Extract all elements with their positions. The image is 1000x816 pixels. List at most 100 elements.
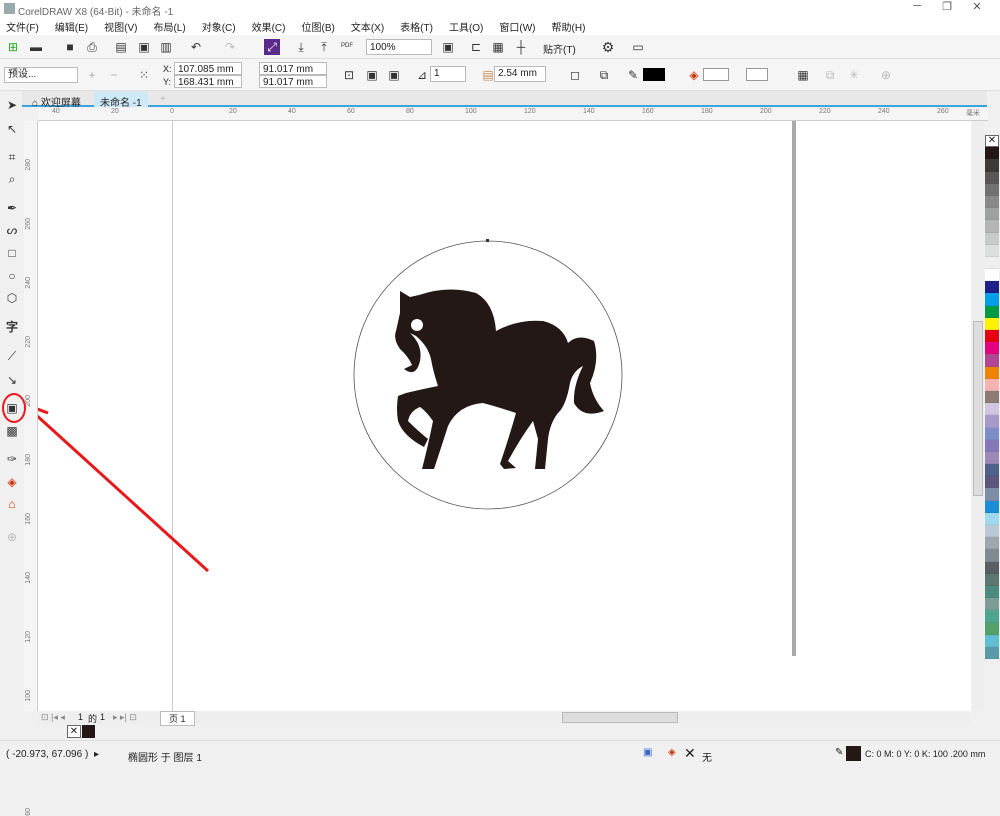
smart-fill-icon[interactable]: ⌂ (4, 496, 20, 512)
copy-contour-icon[interactable]: ⧉ (822, 67, 838, 83)
x-position-input[interactable]: 107.085 mm (174, 62, 242, 75)
color-swatch[interactable] (985, 147, 999, 160)
freehand-tool-icon[interactable]: ✒ (4, 200, 20, 216)
snap-to-dropdown[interactable]: 贴齐(T) (543, 41, 576, 56)
reference-point-icon[interactable]: ⁙ (136, 67, 152, 83)
color-blend-icon[interactable]: ⧉ (596, 67, 612, 83)
open-icon[interactable]: ▬ (28, 39, 44, 55)
menu-layout[interactable]: 布局(L) (147, 17, 191, 35)
color-swatch[interactable] (985, 585, 999, 599)
horizontal-scroll-thumb[interactable] (562, 712, 678, 723)
contour-center-icon[interactable]: ⊡ (341, 67, 357, 83)
add-icon[interactable]: ⊕ (878, 67, 894, 83)
menu-effects[interactable]: 效果(C) (246, 17, 292, 35)
shape-tool-icon[interactable]: ↖ (4, 121, 20, 137)
tab-welcome-screen[interactable]: ⌂ 欢迎屏幕 (26, 92, 87, 109)
menu-object[interactable]: 对象(C) (196, 17, 242, 35)
minimize-button[interactable]: ─ (906, 0, 928, 17)
horse-shape[interactable] (395, 289, 604, 469)
color-swatch[interactable] (985, 220, 999, 233)
color-swatch[interactable] (985, 171, 999, 184)
color-swatch[interactable] (985, 427, 999, 440)
publish-pdf-icon[interactable]: PDF (339, 38, 355, 54)
expand-arrow-icon[interactable]: ▸ (94, 749, 99, 760)
black-swatch[interactable] (82, 725, 95, 738)
height-input[interactable]: 91.017 mm (259, 75, 327, 88)
new-tab-button[interactable]: + (154, 92, 172, 107)
page-tab[interactable]: 页 1 (160, 711, 195, 726)
menu-window[interactable]: 窗口(W) (493, 17, 541, 35)
export-icon[interactable]: ⤒ (316, 39, 332, 55)
object-acceleration-icon[interactable]: ▦ (795, 67, 811, 83)
contour-steps-input[interactable]: 1 (430, 66, 466, 82)
color-swatch[interactable] (985, 330, 999, 343)
undo-icon[interactable]: ↶ (188, 39, 204, 55)
color-swatch[interactable] (985, 256, 999, 270)
color-swatch[interactable] (985, 244, 999, 257)
vertical-scroll-thumb[interactable] (973, 321, 983, 496)
close-button[interactable]: ✕ (966, 0, 988, 17)
color-swatch[interactable] (985, 646, 999, 660)
application-launcher-icon[interactable]: ▭ (630, 39, 646, 55)
text-tool-icon[interactable]: 字 (4, 319, 20, 335)
fill-color-swatch[interactable] (703, 68, 729, 81)
color-swatch[interactable] (985, 342, 999, 355)
color-swatch[interactable] (985, 500, 999, 513)
rectangle-tool-icon[interactable]: □ (4, 245, 20, 261)
zoom-level-select[interactable]: 100% (366, 39, 432, 55)
no-color-swatch[interactable]: ✕ (985, 135, 999, 148)
add-preset-icon[interactable]: + (84, 67, 100, 83)
outline-pen-icon[interactable]: ✎ (625, 67, 641, 83)
horizontal-ruler[interactable]: 40 20 0 20 40 60 80 100 120 140 160 180 200 220 240 260… (38, 108, 988, 121)
contour-outside-icon[interactable]: ▣ (386, 67, 402, 83)
polygon-tool-icon[interactable]: ⬡ (4, 290, 20, 306)
crop-tool-icon[interactable]: ⌗ (4, 149, 20, 165)
fill-color-icon[interactable]: ◈ (686, 67, 702, 83)
menu-table[interactable]: 表格(T) (394, 17, 439, 35)
color-swatch[interactable] (985, 598, 999, 611)
color-swatch[interactable] (985, 403, 999, 416)
contour-offset-input[interactable]: 2.54 mm (494, 66, 546, 82)
color-swatch[interactable] (985, 537, 999, 550)
next-page-button[interactable]: ▸ ▸| ⊡ (113, 712, 137, 723)
color-swatch[interactable] (985, 354, 999, 367)
import-icon[interactable]: ⤓ (293, 39, 309, 55)
copy-icon[interactable]: ▣ (136, 39, 152, 55)
width-input[interactable]: 91.017 mm (259, 62, 327, 75)
outline-color-swatch[interactable] (643, 68, 665, 81)
menu-edit[interactable]: 编辑(E) (49, 17, 94, 35)
restore-button[interactable]: ❐ (936, 0, 958, 17)
search-content-icon[interactable]: ⤢ (264, 39, 280, 55)
color-swatch[interactable] (985, 195, 999, 209)
color-swatch[interactable] (985, 488, 999, 501)
color-swatch[interactable] (985, 390, 999, 404)
color-swatch[interactable] (985, 610, 999, 623)
contour-inside-icon[interactable]: ▣ (364, 67, 380, 83)
menu-file[interactable]: 文件(F) (0, 17, 45, 35)
menu-text[interactable]: 文本(X) (345, 17, 390, 35)
color-swatch[interactable] (985, 317, 999, 330)
color-swatch[interactable] (985, 439, 999, 452)
add-tool-icon[interactable]: ⊕ (4, 529, 20, 545)
ellipse-tool-icon[interactable]: ○ (4, 268, 20, 284)
color-swatch[interactable] (985, 305, 999, 318)
color-swatch[interactable] (985, 183, 999, 196)
color-swatch[interactable] (985, 573, 999, 586)
remove-preset-icon[interactable]: − (106, 67, 122, 83)
vertical-ruler[interactable]: 2802602402202001801601401201008060 (24, 121, 38, 816)
dimension-tool-icon[interactable]: ⟋ (4, 348, 20, 364)
color-swatch[interactable] (985, 366, 999, 379)
menu-bitmaps[interactable]: 位图(B) (295, 17, 340, 35)
y-position-input[interactable]: 168.431 mm (174, 75, 242, 88)
show-rulers-icon[interactable]: ⊏ (468, 39, 484, 55)
color-swatch[interactable] (985, 269, 999, 282)
color-swatch[interactable] (985, 378, 999, 391)
paste-icon[interactable]: ▥ (158, 39, 174, 55)
print-icon[interactable]: ⎙ (84, 39, 100, 55)
artistic-media-icon[interactable]: ᔕ (4, 222, 20, 238)
clear-contour-icon[interactable]: ✳ (846, 67, 862, 83)
color-proof-icon[interactable]: ▣ (643, 747, 652, 758)
transparency-tool-icon[interactable]: ▩ (4, 423, 20, 439)
color-swatch[interactable] (985, 208, 999, 221)
preset-select[interactable]: 预设... (4, 67, 78, 83)
